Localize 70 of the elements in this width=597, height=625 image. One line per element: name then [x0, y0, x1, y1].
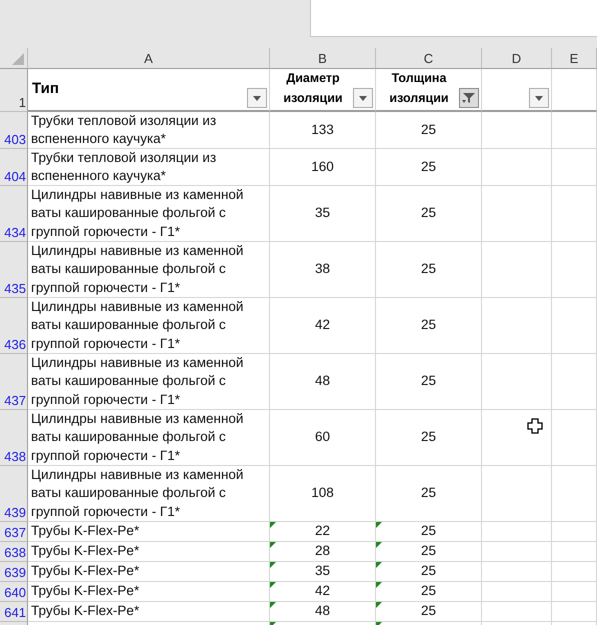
table-cell-text: 60: [314, 428, 330, 446]
table-cell-text: 22: [314, 522, 330, 540]
table-cell-text: 25: [420, 158, 436, 176]
column-header[interactable]: E: [552, 48, 597, 69]
table-cell-text: 42: [314, 582, 330, 600]
empty-cell: [552, 298, 597, 354]
table-cell-text: 25: [420, 582, 436, 600]
empty-cell: [552, 466, 597, 522]
table-cell-text: Цилиндры навивные из каменной ваты кашированные фольгой с группой горючести - Г1*: [31, 186, 244, 241]
dropdown-arrow-icon: [359, 96, 367, 100]
table-cell-text: 35: [314, 204, 330, 222]
column-header[interactable]: C: [376, 48, 482, 69]
empty-cell: [552, 242, 597, 298]
table-cell-text: 25: [420, 372, 436, 390]
filter-button[interactable]: [459, 88, 479, 108]
column-title: Диаметр изоляции: [282, 70, 344, 107]
empty-cell: [552, 582, 597, 602]
empty-cell: [552, 522, 597, 542]
table-cell-text: 42: [314, 316, 330, 334]
empty-cell: [552, 410, 597, 466]
empty-cell: [552, 112, 597, 149]
table-cell-text: 25: [420, 562, 436, 580]
table-cell-text: Трубы K-Flex-Pe*: [31, 602, 140, 620]
table-cell-text: Трубки тепловой изоляции из вспененного каучука*: [31, 148, 218, 185]
table-cell-text: 133: [311, 120, 334, 139]
table-cell-text: 25: [420, 204, 436, 222]
table-cell-text: Цилиндры навивные из каменной ваты кашированные фольгой с группой горючести - Г1*: [31, 354, 244, 409]
empty-cell: [552, 562, 597, 582]
table-cell-text: 38: [314, 260, 330, 278]
table-cell-text: 48: [314, 372, 330, 390]
dropdown-arrow-icon: [535, 96, 543, 100]
filter-icon: [462, 92, 476, 104]
table-cell-text: Трубы K-Flex-Pe*: [31, 562, 140, 580]
table-cell-text: 25: [420, 602, 436, 620]
table-cell-text: Трубы K-Flex-Pe*: [31, 542, 140, 560]
column-title: Тип: [32, 78, 60, 98]
table-cell-text: Трубки тепловой изоляции из вспененного каучука*: [31, 112, 218, 148]
table-cell-text: 28: [314, 542, 330, 560]
table-cell-text: 48: [314, 602, 330, 620]
empty-cell: [552, 149, 597, 186]
table-cell-text: 25: [420, 316, 436, 334]
filter-button[interactable]: [247, 88, 267, 108]
table-cell-text: 25: [420, 522, 436, 540]
table-cell-text: Трубы K-Flex-Pe*: [31, 582, 140, 600]
column-header[interactable]: D: [482, 48, 552, 69]
row-number[interactable]: 1: [18, 94, 26, 111]
table-cell-text: Цилиндры навивные из каменной ваты кашированные фольгой с группой горючести - Г1*: [31, 298, 244, 353]
table-cell-text: 35: [314, 562, 330, 580]
table-cell-text: Трубы K-Flex-Pe*: [31, 522, 140, 540]
column-title: Толщина изоляции: [388, 70, 450, 107]
table-cell-text: Цилиндры навивные из каменной ваты кашированные фольгой с группой горючести - Г1*: [31, 466, 244, 521]
table-cell-text: 25: [420, 484, 436, 502]
column-header[interactable]: B: [270, 48, 376, 69]
empty-cell: [552, 354, 597, 410]
table-cell-text: 108: [311, 484, 334, 502]
cross-cursor-icon: [527, 418, 543, 434]
table-cell-text: Цилиндры навивные из каменной ваты кашированные фольгой с группой горючести - Г1*: [31, 410, 244, 465]
empty-cell: [552, 602, 597, 622]
filter-button[interactable]: [529, 88, 549, 108]
column-header[interactable]: A: [28, 48, 270, 69]
table-cell-text: 160: [311, 158, 334, 176]
filter-button[interactable]: [353, 88, 373, 108]
table-cell-text: 25: [420, 120, 436, 139]
dropdown-arrow-icon: [253, 96, 261, 100]
table-cell-text: 25: [420, 260, 436, 278]
table-cell-text: Цилиндры навивные из каменной ваты кашированные фольгой с группой горючести - Г1*: [31, 242, 244, 297]
table-cell-text: 25: [420, 542, 436, 560]
empty-cell: [552, 186, 597, 242]
table-cell-text: 25: [420, 428, 436, 446]
empty-cell: [552, 542, 597, 562]
